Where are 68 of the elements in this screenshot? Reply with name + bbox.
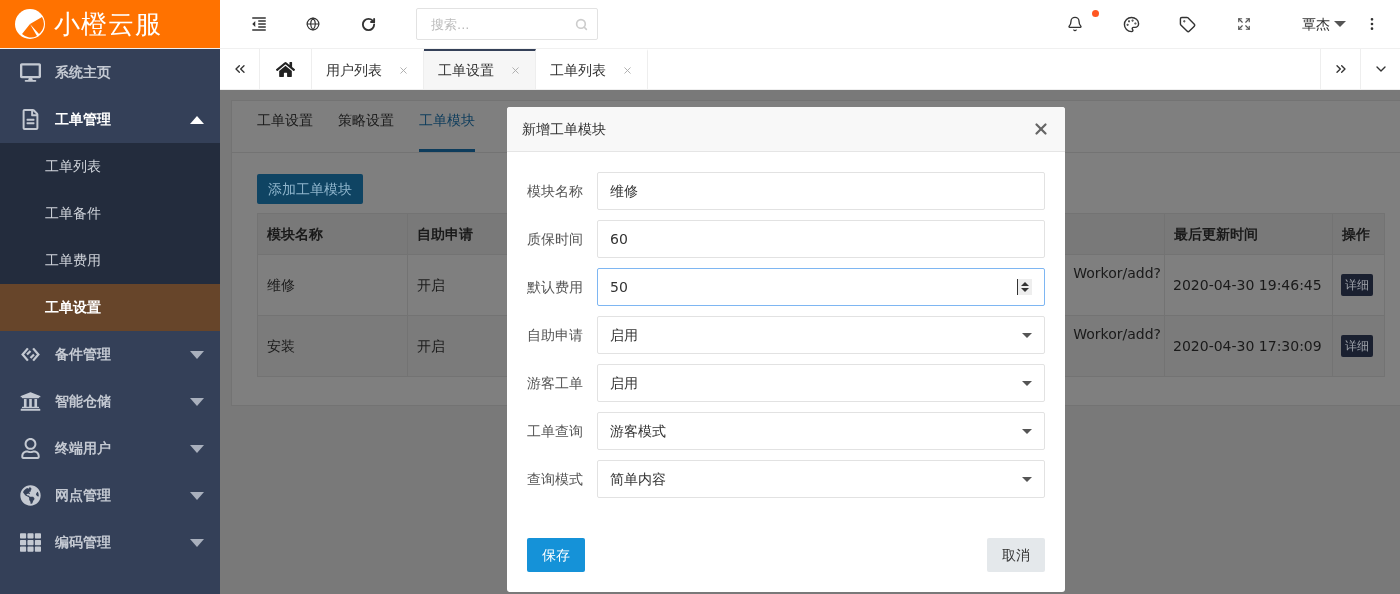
field-label: 工单查询 (527, 421, 584, 441)
submenu-item[interactable]: 工单费用 (0, 237, 220, 284)
input-field[interactable]: 维修 (597, 172, 1045, 210)
collapse-menu-icon[interactable] (250, 15, 268, 33)
table-cell-text: Workor/add? (1073, 264, 1161, 283)
caret-down-icon (1334, 21, 1346, 27)
page-tab[interactable]: 工单列表 (536, 49, 648, 89)
submenu-item[interactable]: 工单列表 (0, 143, 220, 190)
search-field[interactable]: 搜索... (416, 8, 598, 40)
table-cell-text: 安装 (267, 336, 295, 356)
content-tab[interactable]: 工单设置 (257, 110, 313, 152)
tag-icon[interactable] (1179, 15, 1196, 33)
table-cell-text: 维修 (267, 275, 295, 295)
table-cell-text: 2020-04-30 17:30:09 (1173, 336, 1322, 356)
search-icon (575, 18, 588, 31)
dialog-title: 新增工单模块 (522, 119, 606, 139)
home-icon (276, 59, 295, 79)
close-icon[interactable] (1032, 120, 1050, 138)
page-tab[interactable]: 工单设置 (424, 49, 536, 89)
caret-down-icon (1022, 332, 1032, 338)
caret-down-icon (1022, 476, 1032, 482)
user-icon (20, 438, 41, 459)
select-field[interactable]: 启用 (597, 316, 1045, 354)
input-field[interactable]: 60 (597, 220, 1045, 258)
refresh-icon[interactable] (361, 16, 376, 32)
sidebar-item[interactable]: 编码管理 (0, 519, 220, 566)
column-header: 操作 (1341, 224, 1371, 244)
palette-icon[interactable] (1123, 15, 1140, 33)
cancel-button[interactable]: 取消 (987, 538, 1045, 572)
detail-button[interactable]: 详细 (1341, 274, 1373, 296)
sidebar-item[interactable]: 系统主页 (0, 49, 220, 96)
globe-icon[interactable] (306, 17, 320, 31)
fullscreen-icon[interactable] (1237, 17, 1251, 31)
spinner-icon[interactable] (1018, 279, 1032, 295)
field-label: 游客工单 (527, 373, 584, 393)
submenu-item[interactable]: 工单备件 (0, 190, 220, 237)
logo: 小橙云服 (0, 0, 220, 48)
grid-icon (20, 532, 41, 553)
select-field[interactable]: 简单内容 (597, 460, 1045, 498)
bank-icon (20, 391, 41, 412)
select-field[interactable]: 游客模式 (597, 412, 1045, 450)
table-cell-text: 2020-04-30 19:46:45 (1173, 275, 1322, 295)
field-label: 查询模式 (527, 469, 584, 489)
table-cell-text: Workor/add? (1073, 325, 1161, 344)
monitor-icon (20, 62, 41, 83)
detail-button[interactable]: 详细 (1341, 335, 1373, 357)
field-label: 模块名称 (527, 181, 584, 201)
globe-icon (20, 485, 41, 506)
sidebar-item[interactable]: 工单管理 (0, 96, 220, 143)
content-tab[interactable]: 策略设置 (338, 110, 394, 152)
select-field[interactable]: 启用 (597, 364, 1045, 402)
caret-down-icon (1022, 380, 1032, 386)
bell-icon[interactable] (1067, 16, 1083, 32)
table-cell-text: 开启 (417, 336, 445, 356)
submenu-item[interactable]: 工单设置 (0, 284, 220, 331)
logo-icon (14, 8, 46, 40)
field-label: 自助申请 (527, 325, 584, 345)
sidebar-item[interactable]: 智能仓储 (0, 378, 220, 425)
document-icon (20, 109, 41, 130)
user-menu[interactable]: 覃杰 (1302, 13, 1346, 35)
field-label: 默认费用 (527, 277, 584, 297)
caret-down-icon (1022, 428, 1032, 434)
sidebar-item[interactable]: 终端用户 (0, 425, 220, 472)
table-cell-text: 开启 (417, 275, 445, 295)
sidebar-item[interactable]: 网点管理 (0, 472, 220, 519)
sidebar-item[interactable]: 备件管理 (0, 331, 220, 378)
input-field[interactable]: 50 (597, 268, 1045, 306)
add-module-button[interactable]: 添加工单模块 (257, 174, 363, 204)
